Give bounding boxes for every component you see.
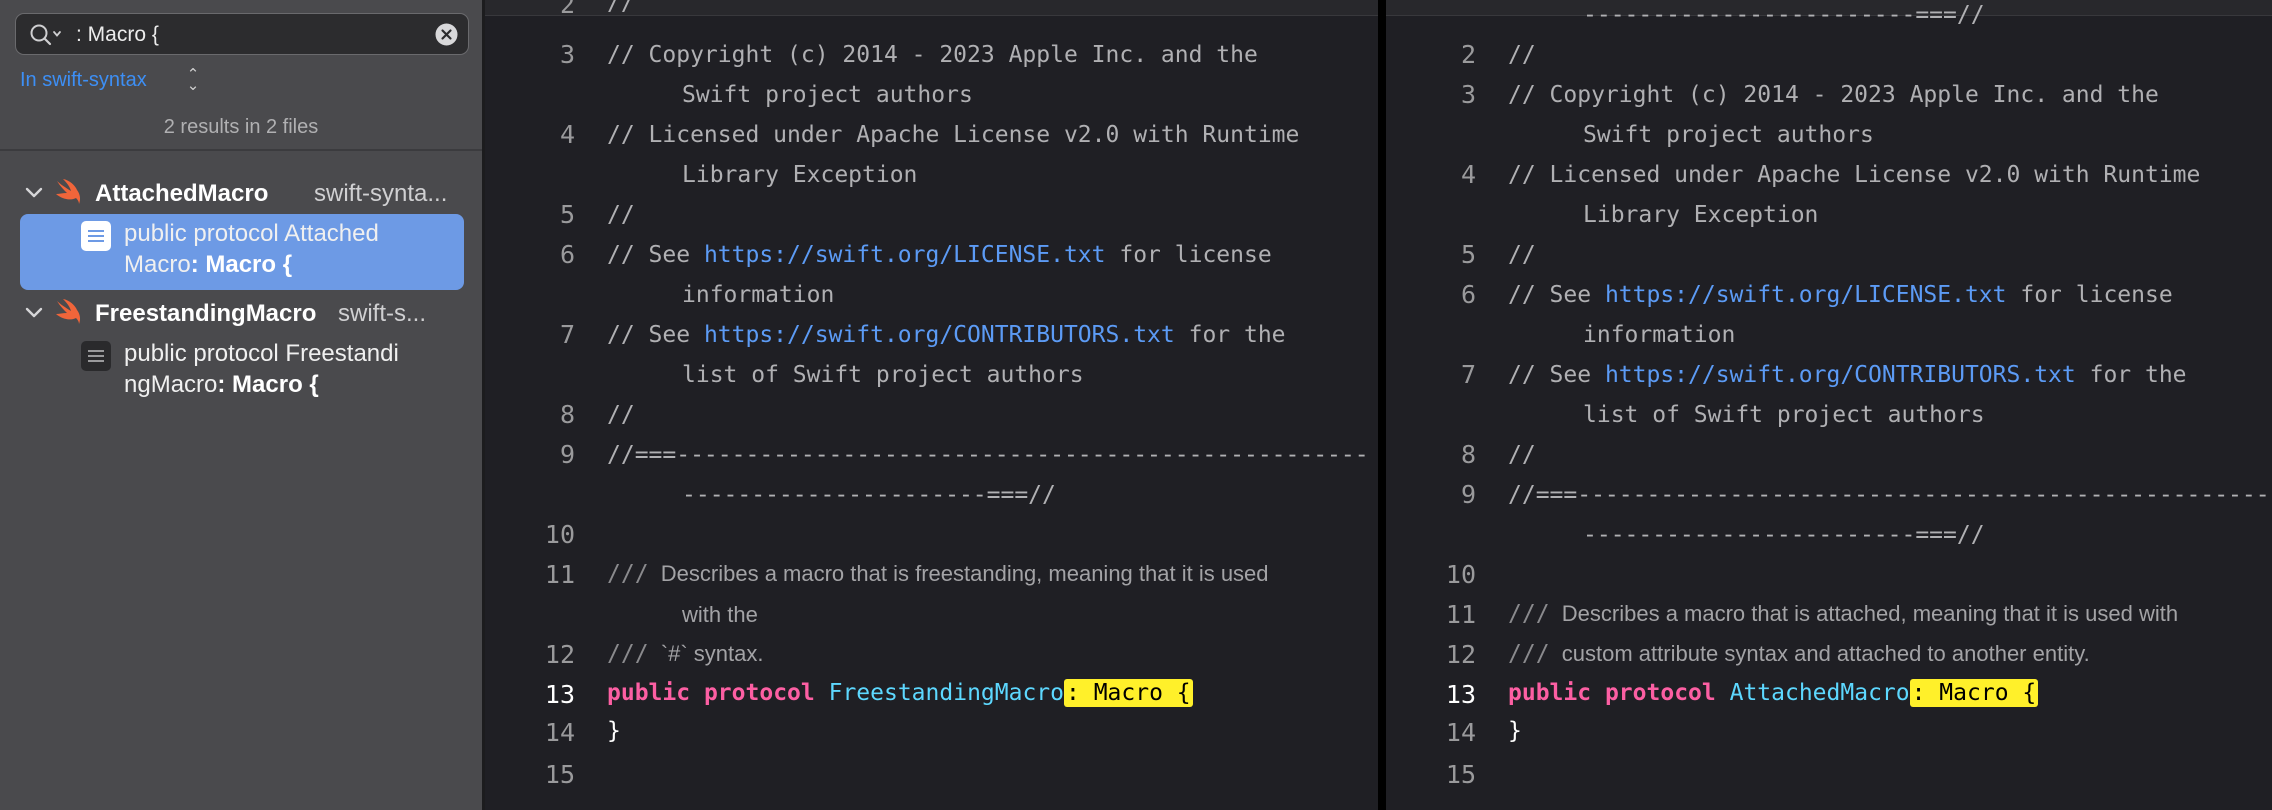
result-match-row[interactable]: public protocol Attached Macro: Macro { [20, 214, 464, 290]
code-line[interactable]: // [1508, 42, 1536, 68]
code-line[interactable]: // Licensed under Apache License v2.0 wi… [607, 122, 1299, 148]
code-line-match[interactable]: public protocol AttachedMacro: Macro { [1508, 679, 2039, 707]
line-number: 4 [559, 120, 575, 149]
code-line[interactable]: //===-----------------------------------… [1508, 482, 2270, 508]
result-match-text: public protocol Freestandi ngMacro: Macro… [124, 340, 399, 398]
doc-comment-line[interactable]: /// custom attribute syntax and attached… [1508, 641, 2090, 667]
up-down-chevron-icon[interactable]: ⌃ ⌄ [186, 67, 200, 93]
code-line-wrap[interactable]: ------------------------===// [1583, 2, 1985, 28]
code-line[interactable]: // See https://swift.org/CONTRIBUTORS.tx… [1508, 362, 2187, 388]
code-line[interactable]: // [1508, 242, 1536, 268]
code-line[interactable]: // Licensed under Apache License v2.0 wi… [1508, 162, 2200, 188]
chevron-down-icon[interactable] [24, 185, 44, 201]
text-lines-icon [81, 341, 111, 371]
line-number: 12 [544, 640, 575, 669]
divider [0, 149, 482, 151]
search-match-highlight: : Macro { [1909, 679, 2039, 707]
result-file-module: swift-synta... [314, 180, 448, 207]
result-file-title: AttachedMacro [95, 180, 269, 207]
text-lines-icon [81, 221, 111, 251]
doc-comment-line[interactable]: /// `#` syntax. [607, 641, 763, 667]
code-line-wrap[interactable]: information [1583, 322, 1735, 348]
code-line-wrap[interactable]: Swift project authors [682, 82, 973, 108]
line-number: 15 [1445, 760, 1476, 789]
code-line-wrap[interactable]: ------------------------===// [1583, 522, 1985, 548]
line-number: 3 [1460, 80, 1476, 109]
editor-splitter[interactable] [1378, 0, 1386, 810]
line-number: 14 [1445, 718, 1476, 747]
line-number-current: 13 [544, 680, 575, 709]
line-number: 14 [544, 718, 575, 747]
line-number: 2 [1460, 40, 1476, 69]
code-line[interactable]: // [607, 402, 635, 428]
code-line-wrap[interactable]: list of Swift project authors [682, 362, 1084, 388]
result-file-attachedmacro[interactable]: AttachedMacro swift-synta... [24, 177, 476, 209]
code-line[interactable]: // See https://swift.org/CONTRIBUTORS.tx… [607, 322, 1286, 348]
contributors-link[interactable]: https://swift.org/CONTRIBUTORS.txt [704, 322, 1175, 348]
find-navigator: : Macro { In swift-syntax ⌃ ⌄ 2 results i… [0, 0, 482, 810]
code-line[interactable]: // [607, 0, 635, 16]
find-search-field[interactable]: : Macro { [15, 13, 469, 55]
result-match-text: public protocol Attached Macro: Macro { [124, 220, 379, 278]
result-file-module: swift-s... [338, 300, 426, 327]
line-number: 5 [1460, 240, 1476, 269]
line-number: 5 [559, 200, 575, 229]
contributors-link[interactable]: https://swift.org/CONTRIBUTORS.txt [1605, 362, 2076, 388]
line-number: 7 [559, 320, 575, 349]
line-number: 8 [1460, 440, 1476, 469]
line-number: 12 [1445, 640, 1476, 669]
line-number: 8 [559, 400, 575, 429]
code-line-wrap[interactable]: Swift project authors [1583, 122, 1874, 148]
search-query-text[interactable]: : Macro { [76, 23, 159, 47]
code-line[interactable]: // See https://swift.org/LICENSE.txt for… [607, 242, 1272, 268]
code-line-match[interactable]: public protocol FreestandingMacro: Macro… [607, 679, 1193, 707]
code-line-wrap[interactable]: ----------------------===// [682, 482, 1056, 508]
result-match-row[interactable]: public protocol Freestandi ngMacro: Macro… [20, 334, 464, 410]
line-number: 3 [559, 40, 575, 69]
line-number: 10 [1445, 560, 1476, 589]
line-number: 6 [559, 240, 575, 269]
code-line-wrap[interactable]: Library Exception [1583, 202, 1818, 228]
chevron-down-icon[interactable] [24, 305, 44, 321]
result-file-freestandingmacro[interactable]: FreestandingMacro swift-s... [24, 297, 476, 329]
code-line-wrap[interactable]: list of Swift project authors [1583, 402, 1985, 428]
code-line[interactable]: // [1508, 442, 1536, 468]
clear-icon[interactable] [435, 23, 458, 46]
line-number: 6 [1460, 280, 1476, 309]
result-file-title: FreestandingMacro [95, 300, 317, 327]
code-line[interactable]: } [607, 718, 621, 744]
code-line-wrap[interactable]: information [682, 282, 834, 308]
search-icon[interactable] [28, 22, 64, 48]
code-line[interactable]: } [1508, 718, 1522, 744]
line-number: 11 [1445, 600, 1476, 629]
swift-file-icon [56, 299, 81, 324]
line-number: 2 [559, 0, 575, 19]
line-number-current: 13 [1445, 680, 1476, 709]
doc-comment-line[interactable]: /// Describes a macro that is freestandi… [607, 561, 1269, 587]
search-scope-button[interactable]: In swift-syntax [20, 69, 147, 92]
line-number: 9 [559, 440, 575, 469]
code-line[interactable]: // Copyright (c) 2014 - 2023 Apple Inc. … [607, 42, 1258, 68]
code-line[interactable]: //===-----------------------------------… [607, 442, 1369, 468]
results-summary: 2 results in 2 files [163, 116, 319, 138]
line-number: 11 [544, 560, 575, 589]
search-match-highlight: : Macro { [1064, 679, 1193, 707]
code-line[interactable]: // [607, 202, 635, 228]
doc-comment-line[interactable]: /// Describes a macro that is attached, … [1508, 601, 2178, 627]
line-number: 15 [544, 760, 575, 789]
line-number: 4 [1460, 160, 1476, 189]
code-line-wrap[interactable]: Library Exception [682, 162, 917, 188]
license-link[interactable]: https://swift.org/LICENSE.txt [704, 242, 1106, 268]
editor-pane-freestandingmacro[interactable]: 2 // 3 // Copyright (c) 2014 - 2023 Appl… [485, 0, 1378, 810]
line-number: 10 [544, 520, 575, 549]
line-number: 7 [1460, 360, 1476, 389]
license-link[interactable]: https://swift.org/LICENSE.txt [1605, 282, 2007, 308]
swift-file-icon [56, 179, 81, 204]
editor-pane-attachedmacro[interactable]: ------------------------===// 2 // 3 // … [1386, 0, 2272, 810]
doc-comment-wrap[interactable]: with the [682, 602, 758, 628]
code-line[interactable]: // Copyright (c) 2014 - 2023 Apple Inc. … [1508, 82, 2159, 108]
line-number: 9 [1460, 480, 1476, 509]
code-line[interactable]: // See https://swift.org/LICENSE.txt for… [1508, 282, 2173, 308]
